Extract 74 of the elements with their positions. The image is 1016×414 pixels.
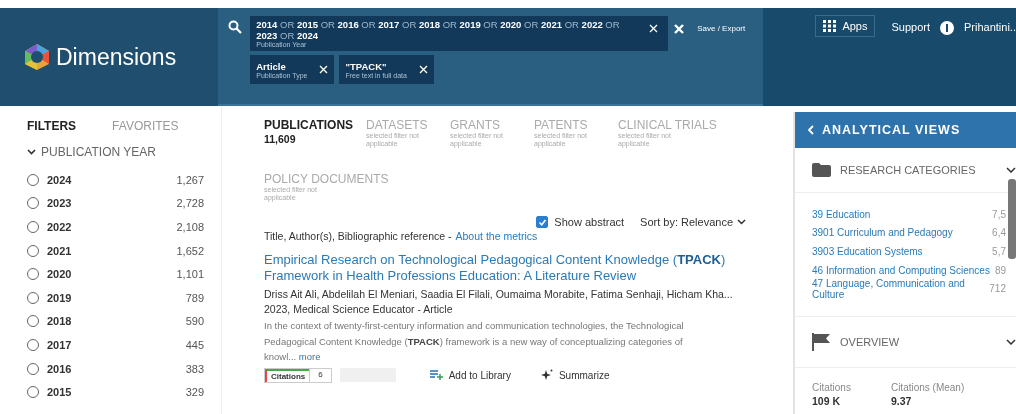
logo-text: Dimensions <box>56 43 177 71</box>
search-icon[interactable] <box>228 20 243 34</box>
metric-value: 109 K <box>812 394 842 407</box>
result-meta: 2023, Medical Science Educator - Article <box>264 303 454 315</box>
content-type-tab[interactable]: PUBLICATIONS 11,609 <box>264 118 352 162</box>
sidebar-tab[interactable]: FILTERS <box>27 119 77 133</box>
sparkle-icon <box>540 369 553 381</box>
year-count: 1,267 <box>176 173 204 186</box>
year-count: 2,108 <box>176 221 204 233</box>
year-label: 2016 <box>47 362 72 375</box>
year-label: 2021 <box>47 244 72 257</box>
flag-icon <box>812 332 831 351</box>
grid-icon <box>823 20 838 32</box>
summarize-button[interactable]: Summarize <box>540 369 610 381</box>
year-count: 329 <box>185 386 204 399</box>
year-count: 383 <box>185 362 204 375</box>
category-count: 6,4 <box>992 227 1006 239</box>
year-label: 2017 <box>47 338 72 351</box>
category-count: 5,7 <box>992 246 1006 257</box>
more-link[interactable]: more <box>298 351 321 362</box>
caret-icon <box>737 219 746 225</box>
remove-icon[interactable] <box>418 65 428 74</box>
user-name[interactable]: Prihantini.. <box>964 21 1016 33</box>
add-to-library-button[interactable]: Add to Library <box>429 369 511 381</box>
folder-icon <box>812 163 831 177</box>
year-count: 445 <box>185 338 204 351</box>
logo-icon <box>22 42 52 72</box>
chevron-icon[interactable] <box>1006 167 1016 173</box>
year-label: 2024 <box>47 173 72 186</box>
section-header[interactable]: OVERVIEW <box>795 316 1016 368</box>
result-abstract: In the context of twenty-first-century information and communication technologies, the Technological Pedagogical Content Knowledge (TPACK) framework is a new way of conceptualizing categories of knowl... more <box>264 319 684 364</box>
year-label: 2019 <box>47 291 72 304</box>
year-label: 2023 <box>47 197 72 210</box>
apps-button[interactable]: Apps <box>815 15 876 37</box>
chevron-left-icon <box>807 125 814 135</box>
category-link[interactable]: 46 Information and Computing Sciences <box>812 264 990 276</box>
category-count: 712 <box>989 283 1006 295</box>
panel-header[interactable]: ANALYTICAL VIEWS <box>795 112 1016 148</box>
remove-icon[interactable] <box>319 65 329 74</box>
year-count: 789 <box>185 291 204 304</box>
save-export-link[interactable]: Save / Export <box>697 24 746 33</box>
chevron-icon <box>27 149 36 155</box>
category-link[interactable]: 39 Education <box>812 208 871 220</box>
check-icon <box>537 217 547 227</box>
year-count: 1,101 <box>176 268 204 281</box>
category-count: 7,5 <box>992 208 1006 220</box>
sort-dropdown[interactable]: Sort by: Relevance <box>640 216 746 228</box>
metrics-link[interactable]: About the metrics <box>455 230 538 242</box>
chevron-icon[interactable] <box>1006 338 1016 345</box>
year-count: 2,728 <box>176 197 204 210</box>
year-label: 2015 <box>47 386 72 399</box>
year-label: 2018 <box>47 315 72 328</box>
year-label: 2020 <box>47 268 72 281</box>
citations-badge[interactable]: Citations 6 <box>264 367 332 383</box>
support-link[interactable]: Support <box>891 21 930 33</box>
remove-icon[interactable] <box>649 24 659 33</box>
show-abstract-checkbox[interactable]: Show abstract <box>536 216 625 228</box>
metric-label: Citations (Mean) <box>890 381 965 393</box>
category-link[interactable]: 3903 Education Systems <box>812 246 923 257</box>
category-link[interactable]: 47 Language, Communication and Culture <box>812 277 990 300</box>
add-list-icon <box>429 370 443 380</box>
clear-icon[interactable] <box>674 24 685 34</box>
metric-label: Citations <box>812 381 851 393</box>
category-link[interactable]: 3901 Curriculum and Pedagogy <box>812 227 953 239</box>
result-title-link[interactable]: Empirical Research on Technological Pedagogical Content Knowledge (TPACK) Framework in Health Professions Education: A Literature Review <box>264 252 744 284</box>
result-authors: Driss Ait Ali, Abdelilah El Meniari, Saadia El Filali, Oumaima Morabite, Fatima Senhaji, Hicham Kha... <box>264 288 734 300</box>
legend-text: Title, Author(s), Bibliographic reference - <box>264 230 452 242</box>
metric-value: 9.37 <box>890 394 913 407</box>
scrollbar-thumb[interactable] <box>1008 179 1016 259</box>
facet-header[interactable]: PUBLICATION YEAR <box>27 145 221 159</box>
category-count: 89 <box>994 264 1006 276</box>
year-label: 2022 <box>47 221 72 233</box>
year-count: 590 <box>185 315 204 328</box>
year-count: 1,652 <box>176 244 204 257</box>
